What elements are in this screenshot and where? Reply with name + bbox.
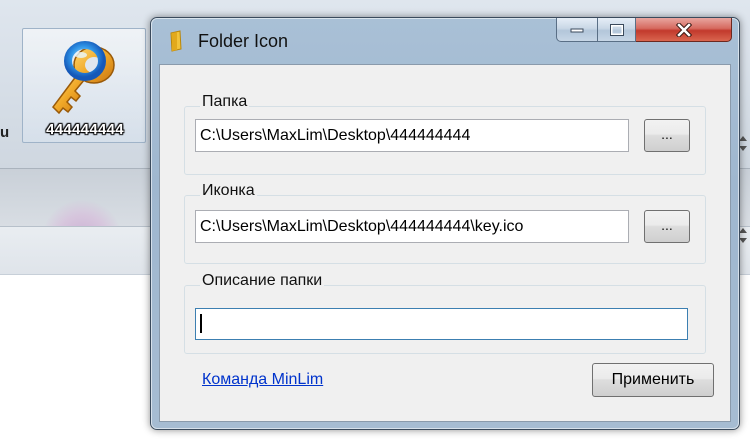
- window-title: Folder Icon: [198, 31, 289, 51]
- window-controls: [556, 18, 732, 42]
- dialog-client-area: Папка ... Иконка ... Описание папки Кома…: [159, 64, 731, 422]
- folder-path-input[interactable]: [195, 119, 629, 152]
- maximize-icon: [598, 18, 635, 41]
- minimize-button[interactable]: [556, 18, 598, 42]
- text-caret: [200, 314, 202, 333]
- folder-browse-button[interactable]: ...: [644, 119, 690, 152]
- description-group-label: Описание папки: [200, 272, 325, 290]
- folder-icon: [170, 30, 182, 52]
- icon-path-input[interactable]: [195, 210, 629, 243]
- maximize-button[interactable]: [598, 18, 636, 42]
- key-icon: [52, 41, 115, 115]
- desktop-icon-label: 444444444: [46, 121, 124, 138]
- icon-group-label: Иконка: [200, 182, 257, 200]
- folder-group-label: Папка: [200, 93, 250, 111]
- close-button[interactable]: [636, 18, 732, 42]
- icon-browse-button[interactable]: ...: [644, 210, 690, 243]
- team-link[interactable]: Команда MinLim: [202, 371, 323, 389]
- minimize-icon: [557, 18, 597, 41]
- desktop-folder-icon[interactable]: 444444444: [22, 28, 146, 143]
- desktop-edge-label: u: [0, 124, 10, 141]
- apply-button[interactable]: Применить: [592, 363, 714, 397]
- description-input[interactable]: [195, 308, 688, 340]
- folder-icon-window: Folder Icon Папка ... Иконка ...: [150, 17, 740, 430]
- close-icon: [636, 18, 731, 41]
